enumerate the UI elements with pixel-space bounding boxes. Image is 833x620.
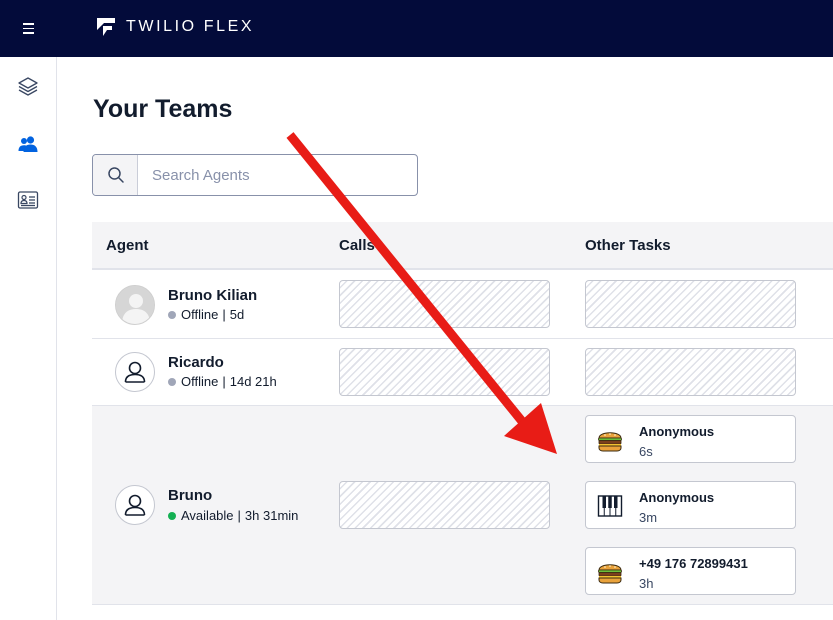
table-header: Agent Calls Other Tasks bbox=[92, 222, 833, 270]
calls-empty-slot bbox=[339, 481, 550, 529]
avatar-photo bbox=[115, 285, 155, 325]
column-header-agent[interactable]: Agent bbox=[106, 237, 149, 254]
status-separator: | bbox=[222, 374, 226, 389]
avatar-default bbox=[115, 352, 155, 392]
task-card[interactable]: +49 176 72899431 3h bbox=[585, 547, 796, 595]
avatar-default bbox=[115, 485, 155, 525]
search-icon-container bbox=[93, 155, 138, 195]
hamburger-menu-icon[interactable] bbox=[20, 18, 38, 38]
task-title: Anonymous bbox=[639, 490, 715, 505]
agent-status: Offline | 14d 21h bbox=[168, 374, 277, 389]
burger-icon bbox=[598, 564, 622, 584]
agent-name: Bruno bbox=[168, 487, 213, 504]
tasks-empty-slot bbox=[585, 348, 796, 396]
search-agents-input[interactable] bbox=[139, 155, 417, 195]
status-label: Offline bbox=[181, 307, 219, 322]
brand-name: TWILIO FLEX bbox=[126, 18, 255, 35]
agent-status: Offline | 5d bbox=[168, 307, 244, 322]
layers-icon[interactable] bbox=[17, 75, 39, 97]
task-title: Anonymous bbox=[639, 424, 715, 439]
page-title: Your Teams bbox=[93, 95, 233, 123]
teams-icon[interactable] bbox=[17, 133, 39, 155]
agent-name: Bruno Kilian bbox=[168, 287, 258, 304]
contact-card-icon[interactable] bbox=[17, 189, 39, 211]
status-duration: 5d bbox=[229, 307, 245, 322]
side-nav bbox=[0, 57, 57, 620]
calls-empty-slot bbox=[339, 280, 550, 328]
burger-icon bbox=[598, 432, 622, 452]
status-dot-icon bbox=[168, 377, 176, 386]
task-time: 6s bbox=[639, 444, 653, 459]
task-title: +49 176 72899431 bbox=[639, 556, 748, 571]
status-duration: 14d 21h bbox=[229, 374, 277, 389]
status-dot-icon bbox=[168, 511, 176, 520]
column-header-calls[interactable]: Calls bbox=[339, 237, 375, 254]
column-header-other-tasks[interactable]: Other Tasks bbox=[585, 237, 671, 254]
status-separator: | bbox=[237, 508, 241, 523]
status-label: Offline bbox=[181, 374, 219, 389]
task-time: 3h bbox=[639, 576, 654, 591]
task-card[interactable]: Anonymous 3m bbox=[585, 481, 796, 529]
calls-empty-slot bbox=[339, 348, 550, 396]
task-card[interactable]: Anonymous 6s bbox=[585, 415, 796, 463]
agent-name: Ricardo bbox=[168, 354, 224, 371]
agent-status: Available | 3h 31min bbox=[168, 508, 298, 523]
status-dot-icon bbox=[168, 310, 176, 319]
table-row[interactable]: Bruno Kilian Offline | 5d bbox=[92, 272, 833, 339]
table-row[interactable]: Bruno Available | 3h 31min Anonymous 6s bbox=[92, 406, 833, 605]
status-label: Available bbox=[181, 508, 234, 523]
piano-icon bbox=[597, 495, 623, 517]
tasks-empty-slot bbox=[585, 280, 796, 328]
status-separator: | bbox=[222, 307, 226, 322]
search-icon bbox=[108, 167, 124, 183]
top-bar: TWILIO FLEX bbox=[0, 0, 833, 57]
twilio-flex-logo-icon bbox=[97, 18, 115, 36]
search-box bbox=[92, 154, 418, 196]
table-row[interactable]: Ricardo Offline | 14d 21h bbox=[92, 339, 833, 406]
task-time: 3m bbox=[639, 510, 658, 525]
status-duration: 3h 31min bbox=[244, 508, 299, 523]
brand: TWILIO FLEX bbox=[96, 17, 254, 37]
